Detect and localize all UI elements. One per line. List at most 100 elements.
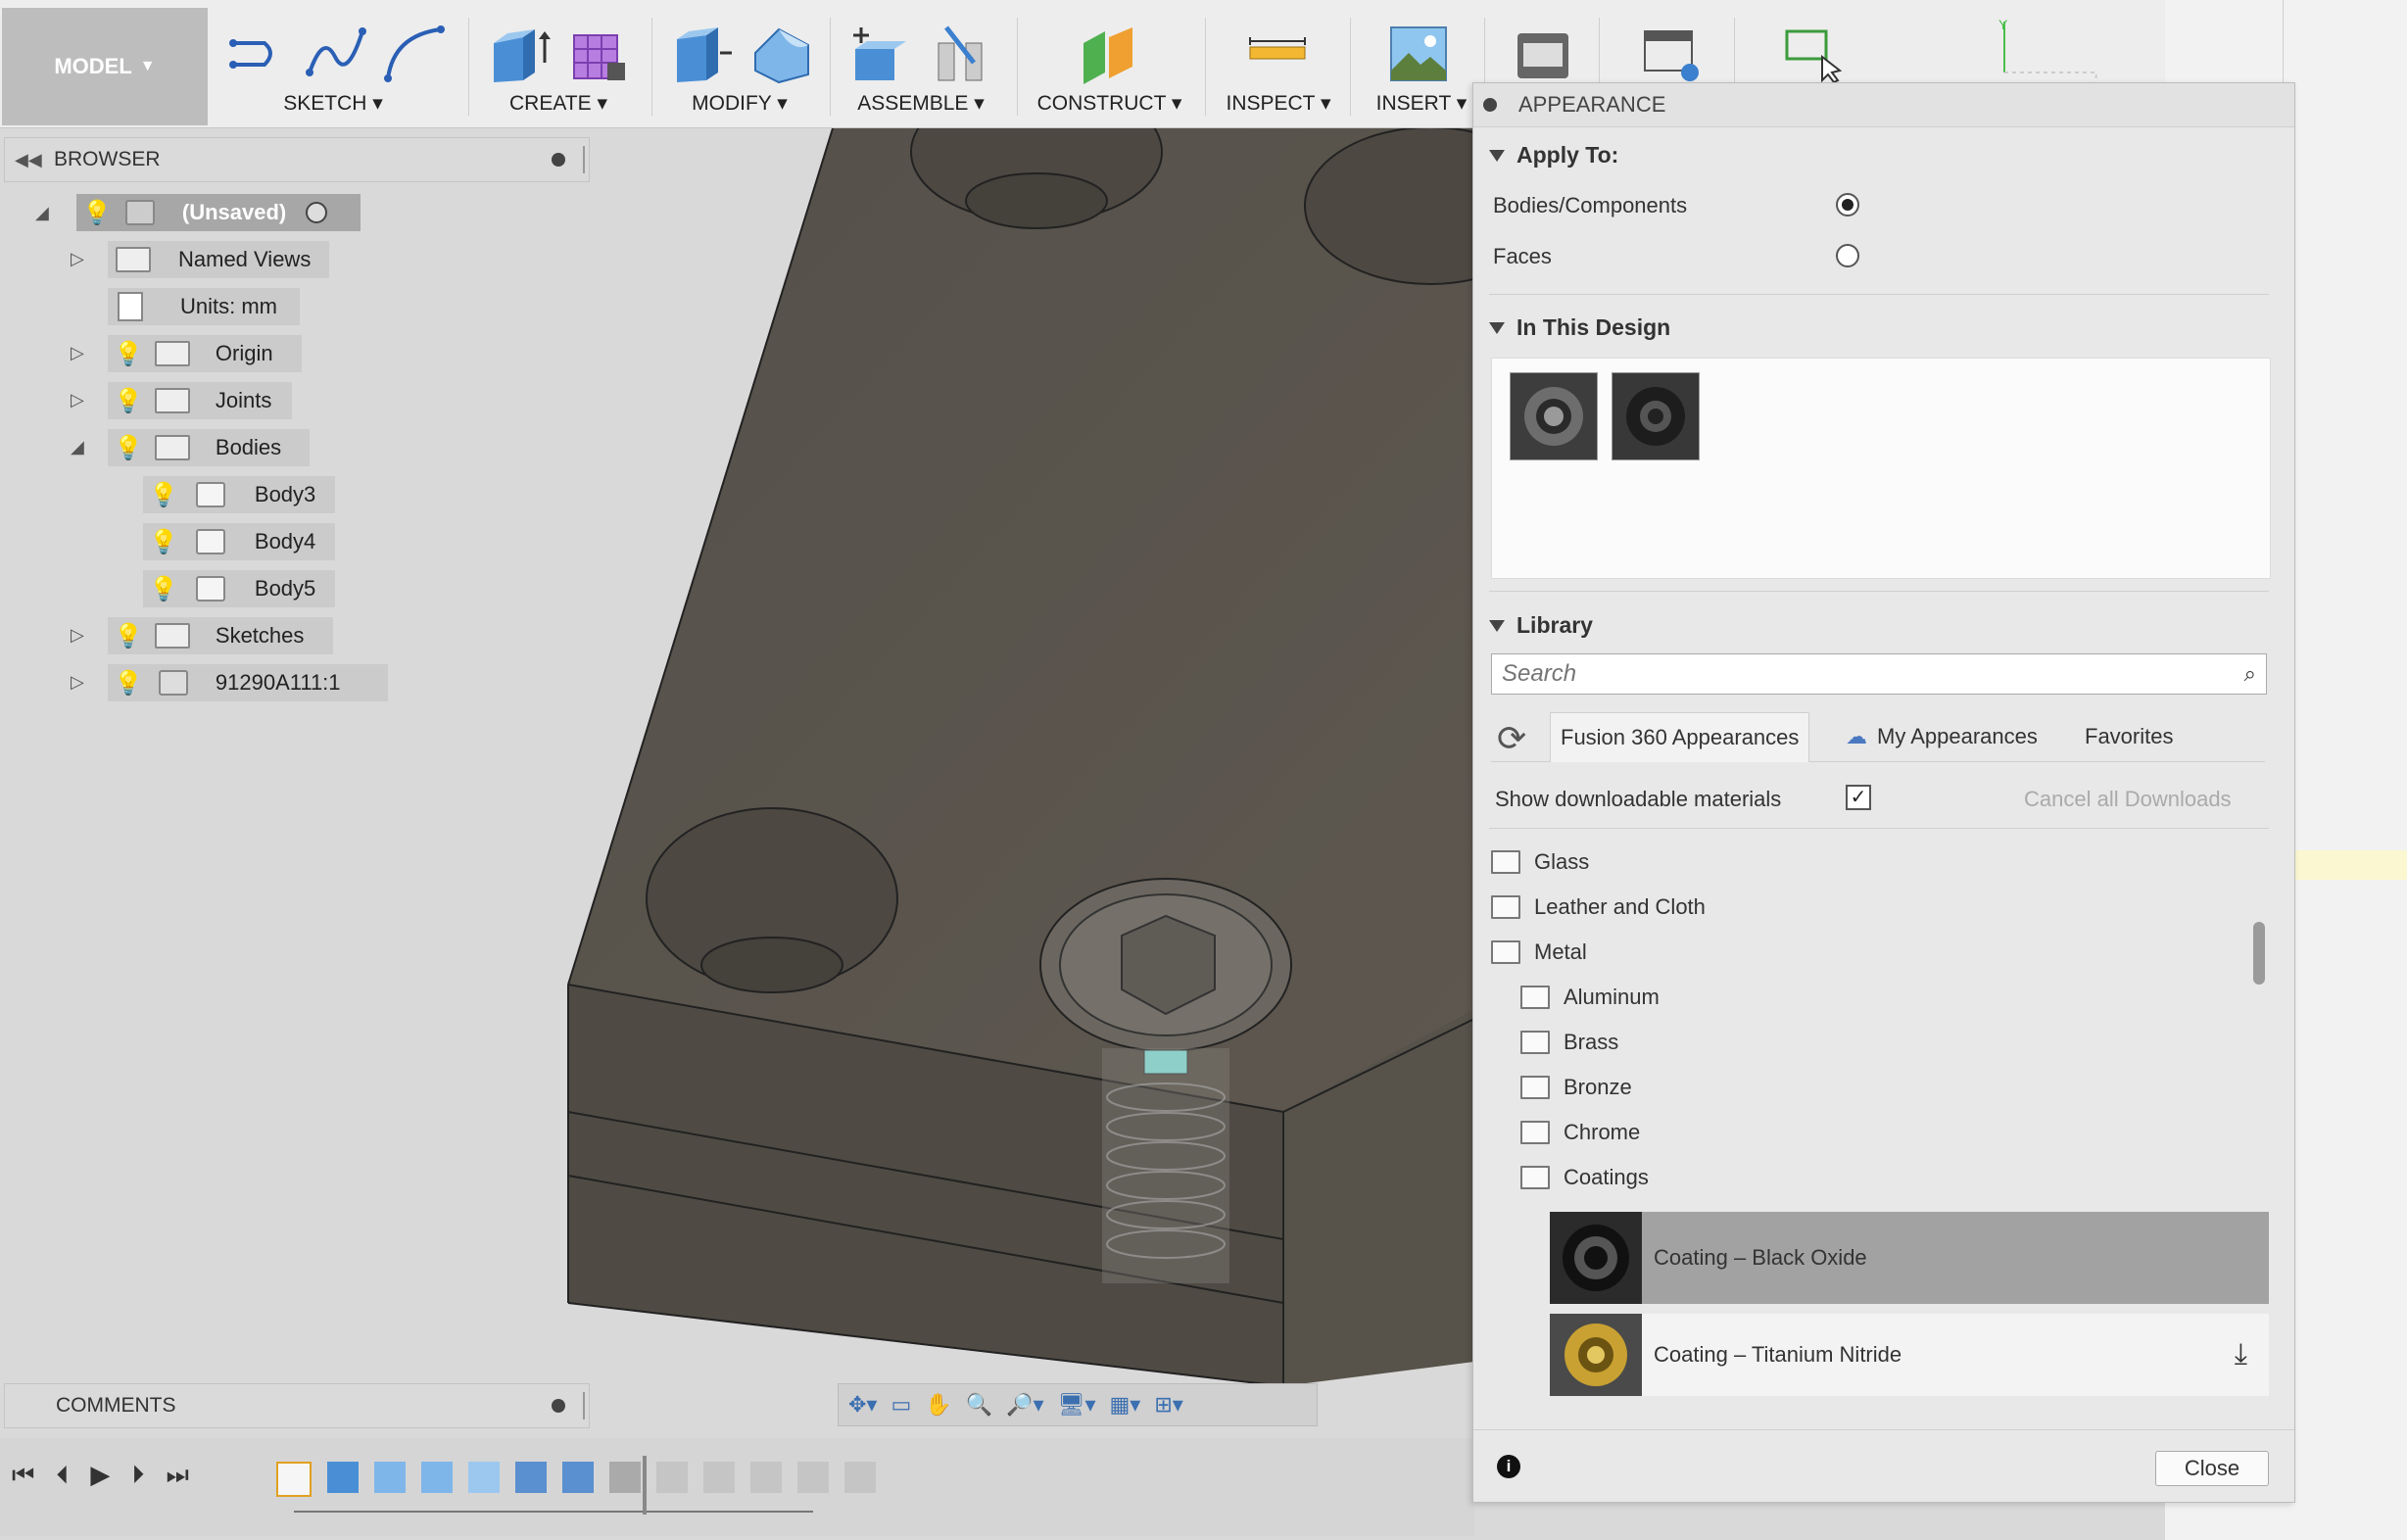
expand-triangle-icon[interactable]: ▷ (71, 343, 84, 363)
zoom-icon[interactable]: 🔍 (966, 1392, 992, 1418)
look-at-icon[interactable]: ▭ (891, 1392, 911, 1418)
library-folder-coatings[interactable]: Coatings (1520, 1165, 1649, 1190)
collapse-triangle-icon[interactable]: ◢ (35, 203, 49, 223)
tree-item-component[interactable]: 💡 91290A111:1 (108, 664, 388, 701)
tree-item-bodies[interactable]: 💡 Bodies (108, 429, 310, 466)
extrude-feature-icon[interactable] (327, 1462, 359, 1493)
sketch-feature-icon[interactable] (276, 1462, 312, 1497)
component-feature-icon[interactable] (562, 1462, 594, 1493)
visibility-bulb-icon[interactable]: 💡 (114, 387, 143, 415)
suppressed-feature-icon[interactable] (750, 1462, 782, 1493)
collapse-left-icon[interactable]: ◀◀ (15, 150, 42, 170)
library-section-header[interactable]: Library (1489, 612, 1593, 639)
orbit-icon[interactable]: ✥▾ (848, 1392, 877, 1418)
visibility-bulb-icon[interactable]: 💡 (114, 434, 143, 462)
library-folder-brass[interactable]: Brass (1520, 1030, 1618, 1055)
tree-item-joints[interactable]: 💡 Joints (108, 382, 292, 419)
pattern-feature-icon[interactable] (515, 1462, 547, 1493)
visibility-bulb-icon[interactable]: 💡 (114, 340, 143, 368)
tree-item-named-views[interactable]: Named Views (108, 241, 329, 278)
suppressed-feature-icon[interactable] (797, 1462, 829, 1493)
browser-panel-header[interactable]: ◀◀ BROWSER (4, 137, 590, 182)
show-downloadable-checkbox[interactable]: ✓ (1846, 785, 1871, 810)
visibility-bulb-icon[interactable]: 💡 (149, 528, 178, 556)
expand-triangle-icon[interactable]: ▷ (71, 249, 84, 269)
viewports-icon[interactable]: ⊞▾ (1154, 1392, 1182, 1418)
library-folder-aluminum[interactable]: Aluminum (1520, 985, 1660, 1010)
timeline-marker[interactable] (643, 1456, 647, 1515)
library-folder-leather[interactable]: Leather and Cloth (1491, 894, 1706, 920)
search-icon[interactable]: ⌕ (2244, 661, 2256, 687)
visibility-bulb-icon[interactable]: 💡 (82, 199, 112, 227)
library-folder-bronze[interactable]: Bronze (1520, 1075, 1632, 1100)
minimize-icon[interactable] (1483, 98, 1497, 112)
faces-radio[interactable] (1836, 244, 1859, 267)
tree-item-sketches[interactable]: 💡 Sketches (108, 617, 333, 654)
suppressed-feature-icon[interactable] (656, 1462, 688, 1493)
add-comment-icon[interactable] (552, 1399, 565, 1413)
expand-triangle-icon[interactable]: ▷ (71, 390, 84, 410)
library-folder-chrome[interactable]: Chrome (1520, 1120, 1640, 1145)
visibility-bulb-icon[interactable]: 💡 (149, 575, 178, 603)
apply-to-section-header[interactable]: Apply To: (1489, 142, 1618, 168)
expand-triangle-icon[interactable]: ▷ (71, 625, 84, 646)
library-search-input[interactable] (1500, 659, 2244, 689)
step-forward-icon[interactable]: ⏵ (131, 1460, 144, 1491)
collapse-triangle-icon[interactable]: ◢ (71, 437, 84, 457)
library-search-box[interactable]: ⌕ (1491, 653, 2267, 695)
visibility-bulb-icon[interactable]: 💡 (114, 622, 143, 650)
select-window-icon[interactable] (1783, 24, 1846, 84)
appearance-header[interactable]: APPEARANCE (1473, 83, 2294, 127)
toolbar-group-insert[interactable]: INSERT ▾ (1358, 10, 1485, 120)
fit-icon[interactable]: 🔎▾ (1006, 1392, 1043, 1418)
in-this-design-section-header[interactable]: In This Design (1489, 314, 1670, 341)
play-icon[interactable]: ▶ (90, 1460, 110, 1491)
material-black-oxide[interactable]: Coating – Black Oxide (1550, 1212, 2269, 1304)
expand-triangle-icon[interactable]: ▷ (71, 672, 84, 693)
activate-radio-icon[interactable] (306, 202, 328, 223)
tree-root[interactable]: 💡 (Unsaved) (76, 194, 361, 231)
library-scrollbar[interactable] (2253, 922, 2265, 985)
step-back-icon[interactable]: ⏴ (56, 1460, 69, 1491)
toolbar-group-construct[interactable]: CONSTRUCT ▾ (1024, 10, 1195, 120)
joint-feature-icon[interactable] (609, 1462, 641, 1493)
3d-viewport[interactable] (0, 128, 1474, 1441)
toolbar-group-inspect[interactable]: INSPECT ▾ (1215, 10, 1342, 120)
extrude-feature-icon[interactable] (421, 1462, 453, 1493)
tree-item-body5[interactable]: 💡 Body5 (143, 570, 335, 607)
minimize-icon[interactable] (552, 153, 565, 167)
grid-settings-icon[interactable]: ▦▾ (1110, 1392, 1141, 1418)
comments-panel-header[interactable]: COMMENTS (4, 1383, 590, 1428)
tab-my-appearances[interactable]: ☁ My Appearances (1846, 712, 2038, 761)
hole-feature-icon[interactable] (468, 1462, 500, 1493)
toolbar-group-sketch[interactable]: SKETCH ▾ (216, 10, 451, 120)
info-icon[interactable]: i (1497, 1455, 1520, 1478)
toolbar-group-assemble[interactable]: ASSEMBLE ▾ (838, 10, 1004, 120)
workspace-switcher[interactable]: MODEL ▼ (2, 8, 208, 125)
display-settings-icon[interactable]: 🖥▾ (1058, 1392, 1096, 1418)
tree-item-units[interactable]: Units: mm (108, 288, 300, 325)
tree-item-origin[interactable]: 💡 Origin (108, 335, 302, 372)
bodies-components-radio[interactable] (1836, 193, 1859, 217)
suppressed-feature-icon[interactable] (703, 1462, 735, 1493)
go-to-start-icon[interactable]: ⏮ (12, 1460, 34, 1491)
tab-fusion-appearances[interactable]: Fusion 360 Appearances (1550, 712, 1810, 762)
visibility-bulb-icon[interactable]: 💡 (149, 481, 178, 509)
suppressed-feature-icon[interactable] (844, 1462, 876, 1493)
cancel-all-downloads-link[interactable]: Cancel all Downloads (2024, 787, 2232, 812)
scripts-addins-icon[interactable] (1641, 24, 1704, 84)
refresh-icon[interactable]: ⟳ (1497, 718, 1526, 759)
appearance-swatch[interactable] (1510, 372, 1598, 460)
tab-favorites[interactable]: Favorites (2085, 712, 2173, 761)
render-icon[interactable] (1512, 24, 1574, 84)
extrude-feature-icon[interactable] (374, 1462, 406, 1493)
library-list[interactable]: Glass Leather and Cloth Metal Aluminum B… (1473, 838, 2294, 1474)
pan-hand-icon[interactable]: ✋ (925, 1392, 951, 1418)
appearance-swatch[interactable] (1612, 372, 1700, 460)
toolbar-group-modify[interactable]: MODIFY ▾ (661, 10, 818, 120)
library-folder-glass[interactable]: Glass (1491, 849, 1589, 875)
library-folder-metal[interactable]: Metal (1491, 939, 1587, 965)
material-titanium-nitride[interactable]: Coating – Titanium Nitride ⤓ (1550, 1314, 2269, 1396)
download-icon[interactable]: ⤓ (2235, 1338, 2247, 1372)
joint-marker[interactable] (1143, 1049, 1188, 1075)
